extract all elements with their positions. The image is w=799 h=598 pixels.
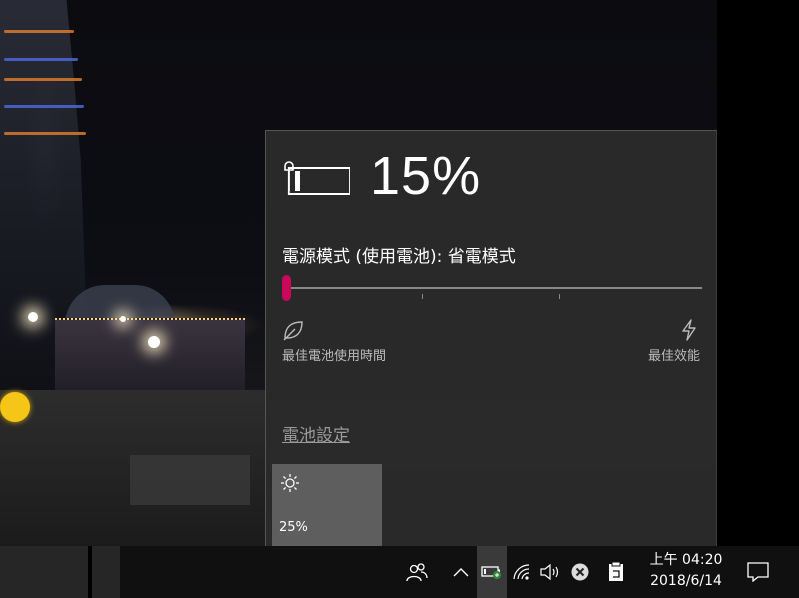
- volume-icon: [540, 563, 559, 581]
- clipboard-tray-button[interactable]: [603, 546, 629, 598]
- slider-tick: [422, 294, 423, 299]
- action-center-icon: [747, 562, 769, 582]
- chevron-up-icon: [453, 568, 469, 577]
- taskbar: 上午 04:20 2018/6/14: [0, 546, 799, 598]
- error-x-icon: [571, 563, 589, 581]
- network-tray-button[interactable]: [509, 546, 535, 598]
- leaf-icon: [283, 321, 303, 341]
- wallpaper-light: [28, 312, 38, 322]
- battery-flyout: 15% 電源模式 (使用電池): 省電模式 最佳電池使用時間 最佳效能 電池設定: [265, 130, 717, 546]
- power-mode-slider-thumb[interactable]: [282, 275, 291, 301]
- taskbar-left-area: [0, 546, 120, 598]
- battery-charging-plug-icon: [284, 161, 350, 195]
- clock-time: 上午 04:20: [649, 552, 723, 568]
- volume-tray-button[interactable]: [537, 546, 563, 598]
- people-button[interactable]: [398, 546, 436, 598]
- wallpaper-light: [4, 30, 74, 33]
- lightning-bolt-icon: [682, 319, 696, 341]
- battery-percentage: 15%: [370, 146, 482, 206]
- wallpaper-light: [4, 105, 84, 108]
- brightness-sun-icon: [281, 474, 299, 492]
- desktop-right-edge: [717, 0, 799, 546]
- power-mode-label: 電源模式 (使用電池): 省電模式: [282, 247, 516, 267]
- clipboard-icon: [609, 562, 623, 581]
- wallpaper-light: [4, 132, 86, 135]
- best-performance-label: 最佳效能: [647, 349, 700, 364]
- power-mode-slider-track[interactable]: [286, 287, 702, 289]
- wallpaper-building: [55, 318, 245, 390]
- best-battery-life-label: 最佳電池使用時間: [282, 349, 387, 364]
- wallpaper-gear-light: [0, 392, 30, 422]
- clock-date: 2018/6/14: [650, 573, 722, 589]
- taskbar-clock[interactable]: 上午 04:20 2018/6/14: [640, 550, 732, 592]
- battery-icon: [481, 566, 501, 579]
- slider-tick: [559, 294, 560, 299]
- battery-settings-link[interactable]: 電池設定: [282, 421, 350, 446]
- wifi-icon: [513, 564, 530, 580]
- people-icon: [406, 563, 428, 582]
- action-center-button[interactable]: [740, 546, 776, 598]
- show-hidden-icons-button[interactable]: [446, 546, 476, 598]
- wallpaper-light: [148, 336, 160, 348]
- wallpaper-light: [4, 78, 82, 81]
- brightness-quick-action[interactable]: 25%: [272, 464, 382, 546]
- battery-tray-button[interactable]: [477, 546, 507, 598]
- wallpaper-light: [120, 316, 126, 322]
- wallpaper-sign: [130, 455, 250, 505]
- taskbar-divider: [88, 546, 92, 598]
- wallpaper-light: [4, 58, 78, 61]
- brightness-value: 25%: [279, 520, 308, 535]
- error-tray-button[interactable]: [567, 546, 593, 598]
